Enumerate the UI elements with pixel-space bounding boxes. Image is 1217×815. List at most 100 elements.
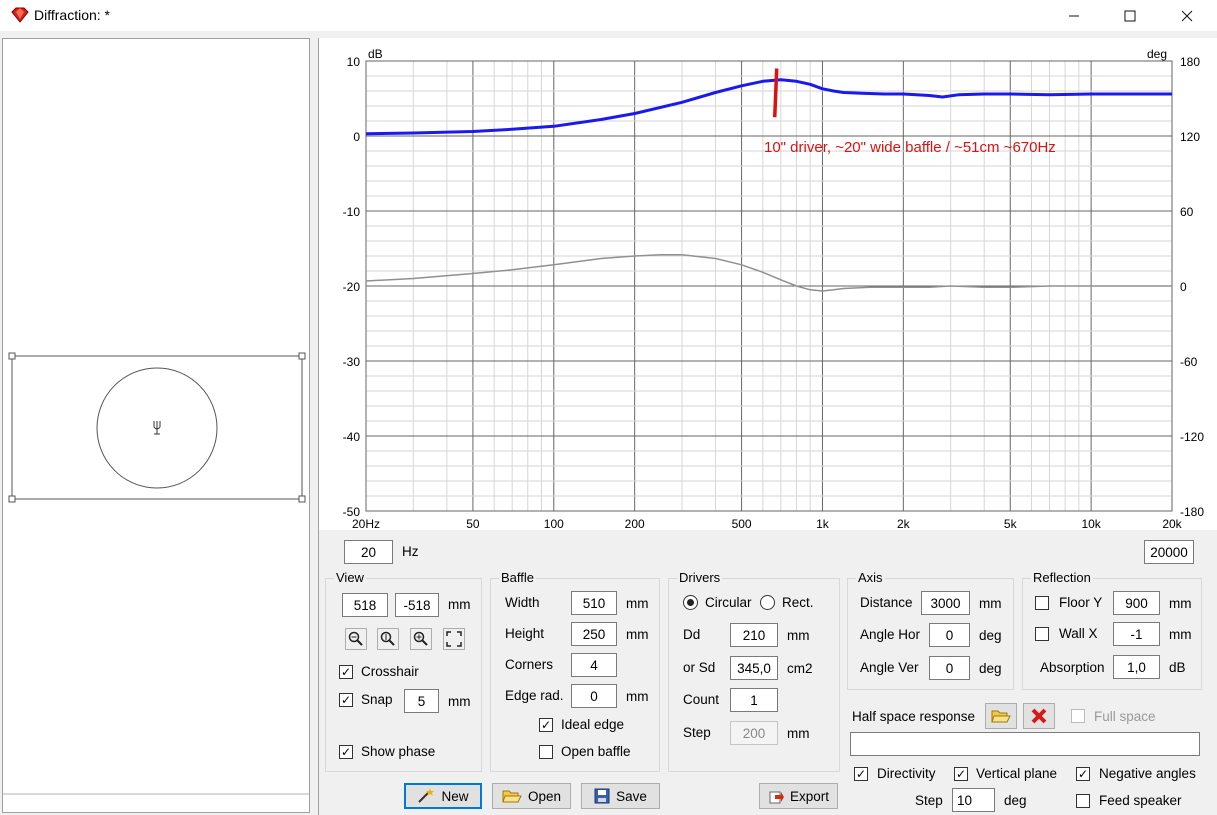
- negative-angles-label: Negative angles: [1099, 766, 1196, 781]
- directivity-step-unit: deg: [1004, 793, 1027, 808]
- view-x-input[interactable]: 518: [342, 593, 388, 617]
- full-space-checkbox[interactable]: [1071, 709, 1085, 723]
- baffle-drawing[interactable]: [3, 39, 309, 812]
- view-y-input[interactable]: -518: [395, 593, 439, 617]
- x-tick-label: 20k: [1162, 517, 1182, 530]
- height-input[interactable]: 250: [571, 622, 617, 646]
- floor-unit: mm: [1169, 596, 1192, 611]
- height-label: Height: [505, 626, 545, 641]
- x-tick-label: 2k: [897, 517, 911, 530]
- corner-handle[interactable]: [298, 495, 306, 503]
- open-baffle-checkbox[interactable]: [539, 745, 553, 759]
- title-bar: Diffraction: *: [0, 0, 1217, 31]
- directivity-step-label: Step: [915, 793, 943, 808]
- y-axis-label: dB: [368, 47, 383, 61]
- chart-series: [365, 68, 1172, 292]
- driver-step-input[interactable]: 200: [730, 721, 778, 745]
- reflection-group-title: Reflection: [1031, 570, 1093, 585]
- circular-radio[interactable]: [683, 595, 698, 610]
- minimize-icon: [1069, 15, 1079, 16]
- corner-handle[interactable]: [298, 352, 306, 360]
- maximize-icon: [1124, 10, 1136, 21]
- chart-area[interactable]: 10 0 -10 -20 -30 -40 -50 180 120 60 0 -60 -120 -180 20…: [319, 38, 1217, 531]
- half-space-label: Half space response: [852, 709, 976, 724]
- y2-tick-label: -180: [1180, 505, 1204, 519]
- snap-input[interactable]: 5: [404, 689, 439, 713]
- zoom-100-button[interactable]: [377, 628, 399, 650]
- magic-wand-icon: [418, 788, 435, 803]
- view-unit-label: mm: [448, 597, 471, 612]
- corner-handle[interactable]: [8, 495, 16, 503]
- zoom-out-button[interactable]: [345, 628, 367, 650]
- y-tick-label: 10: [347, 55, 361, 69]
- axis-group-title: Axis: [856, 570, 885, 585]
- baffle-view-pane[interactable]: [2, 38, 310, 813]
- wall-unit: mm: [1169, 627, 1192, 642]
- new-button[interactable]: New: [404, 783, 482, 809]
- wall-label: Wall X: [1059, 626, 1098, 641]
- floor-checkbox[interactable]: [1035, 596, 1049, 610]
- sd-label: or Sd: [683, 660, 716, 675]
- floor-input[interactable]: 900: [1113, 591, 1160, 615]
- negative-angles-checkbox[interactable]: ✓: [1076, 767, 1090, 781]
- freq-min-input[interactable]: 20: [344, 540, 393, 564]
- close-button[interactable]: [1164, 0, 1210, 31]
- distance-unit: mm: [979, 596, 1002, 611]
- fit-extents-icon: [446, 631, 462, 647]
- crosshair-label: Crosshair: [361, 664, 419, 679]
- new-button-label: New: [441, 788, 469, 804]
- half-space-clear-button[interactable]: [1023, 703, 1055, 729]
- edge-radius-unit: mm: [626, 689, 649, 704]
- ideal-edge-checkbox[interactable]: ✓: [539, 718, 553, 732]
- rect-radio[interactable]: [760, 595, 775, 610]
- dd-input[interactable]: 210: [730, 623, 778, 647]
- angle-hor-label: Angle Hor: [860, 627, 921, 642]
- freq-max-input[interactable]: 20000: [1144, 540, 1194, 564]
- absorption-input[interactable]: 1,0: [1113, 655, 1160, 679]
- feed-speaker-label: Feed speaker: [1099, 793, 1182, 808]
- dd-unit: mm: [787, 628, 810, 643]
- angle-ver-input[interactable]: 0: [929, 656, 970, 680]
- angle-hor-input[interactable]: 0: [929, 623, 970, 647]
- edge-radius-input[interactable]: 0: [571, 684, 617, 708]
- half-space-open-button[interactable]: [985, 703, 1017, 729]
- maximize-button[interactable]: [1107, 0, 1153, 31]
- save-button[interactable]: Save: [581, 783, 660, 809]
- directivity-step-input[interactable]: 10: [952, 788, 995, 812]
- minimize-button[interactable]: [1051, 0, 1097, 31]
- microphone-icon: [153, 421, 161, 435]
- wall-input[interactable]: -1: [1113, 622, 1160, 646]
- y2-tick-label: 120: [1180, 130, 1200, 144]
- y2-tick-label: 60: [1180, 205, 1194, 219]
- sd-input[interactable]: 345,0: [730, 656, 778, 680]
- half-space-path-input[interactable]: [850, 732, 1200, 756]
- count-input[interactable]: 1: [730, 688, 778, 712]
- feed-speaker-checkbox[interactable]: [1076, 794, 1090, 808]
- snap-checkbox[interactable]: ✓: [339, 693, 353, 707]
- chart-annotation: 10" driver, ~20" wide baffle / ~51cm ~67…: [764, 139, 1056, 156]
- crosshair-checkbox[interactable]: ✓: [339, 665, 353, 679]
- wall-checkbox[interactable]: [1035, 627, 1049, 641]
- corner-handle[interactable]: [8, 352, 16, 360]
- full-space-label: Full space: [1094, 709, 1156, 724]
- directivity-label: Directivity: [877, 766, 936, 781]
- y-tick-label: 0: [353, 130, 360, 144]
- open-button[interactable]: Open: [492, 783, 571, 809]
- zoom-fit-button[interactable]: [443, 628, 465, 650]
- show-phase-checkbox[interactable]: ✓: [339, 745, 353, 759]
- export-button[interactable]: Export: [759, 783, 838, 809]
- open-baffle-label: Open baffle: [561, 744, 631, 759]
- pane-splitter[interactable]: [312, 38, 317, 813]
- angle-hor-unit: deg: [979, 628, 1002, 643]
- height-unit: mm: [626, 627, 649, 642]
- corners-input[interactable]: 4: [571, 653, 617, 677]
- zoom-in-button[interactable]: [410, 628, 432, 650]
- save-button-label: Save: [616, 788, 647, 804]
- directivity-checkbox[interactable]: ✓: [854, 767, 868, 781]
- show-phase-label: Show phase: [361, 744, 436, 759]
- frequency-response-chart[interactable]: 100-10-20-30-40-50180120600-60-120-18020…: [319, 38, 1217, 531]
- x-tick-label: 500: [732, 517, 752, 530]
- distance-input[interactable]: 3000: [921, 591, 970, 615]
- vertical-plane-checkbox[interactable]: ✓: [954, 767, 968, 781]
- width-input[interactable]: 510: [571, 591, 617, 615]
